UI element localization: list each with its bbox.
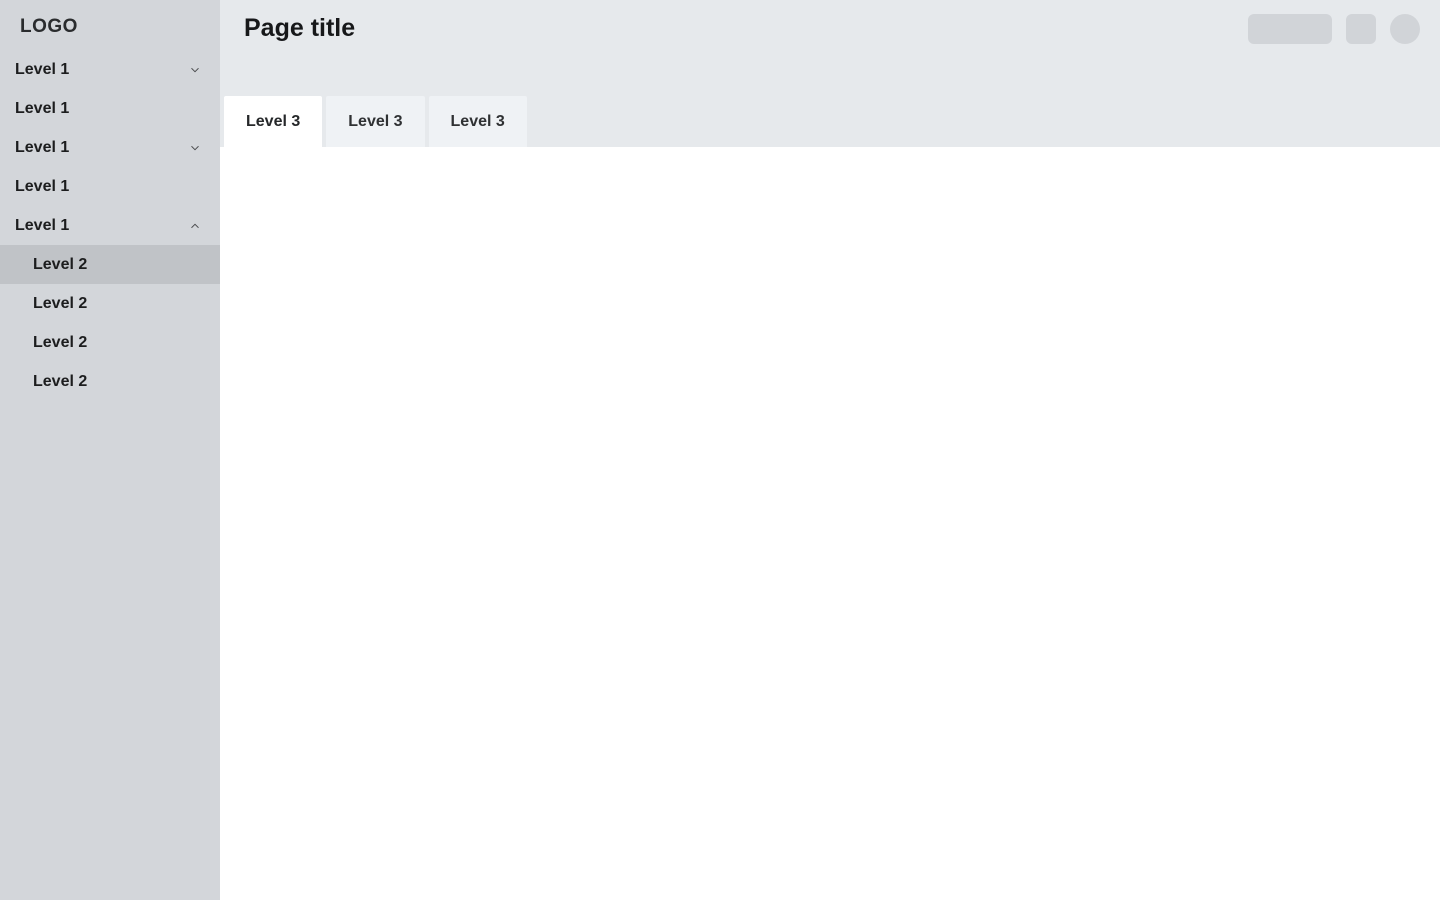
nav-item-label: Level 1 bbox=[15, 100, 69, 118]
tab-label: Level 3 bbox=[348, 113, 402, 131]
page-title: Page title bbox=[244, 14, 355, 43]
tab-label: Level 3 bbox=[451, 113, 505, 131]
avatar[interactable] bbox=[1390, 14, 1420, 44]
main: Page title Level 3 Level 3 Level 3 bbox=[220, 0, 1440, 900]
nav-item-label: Level 1 bbox=[15, 217, 69, 235]
chevron-up-icon bbox=[188, 219, 202, 233]
header-top: Page title bbox=[220, 0, 1440, 96]
nav-item-1[interactable]: Level 1 bbox=[0, 50, 220, 89]
tab-2[interactable]: Level 3 bbox=[326, 96, 424, 147]
tab-3[interactable]: Level 3 bbox=[429, 96, 527, 147]
nav-item-label: Level 1 bbox=[15, 61, 69, 79]
nav-item-label: Level 1 bbox=[15, 178, 69, 196]
nav-item-2[interactable]: Level 1 bbox=[0, 89, 220, 128]
nav-item-4[interactable]: Level 1 bbox=[0, 167, 220, 206]
sidebar: LOGO Level 1 Level 1 Level 1 Level 1 Lev… bbox=[0, 0, 220, 900]
nav-item-3[interactable]: Level 1 bbox=[0, 128, 220, 167]
tab-label: Level 3 bbox=[246, 113, 300, 131]
nav-subitem-1[interactable]: Level 2 bbox=[0, 245, 220, 284]
tabs: Level 3 Level 3 Level 3 bbox=[220, 96, 1440, 147]
nav-subitem-label: Level 2 bbox=[33, 373, 87, 391]
header-action-icon[interactable] bbox=[1346, 14, 1376, 44]
nav-subitem-label: Level 2 bbox=[33, 295, 87, 313]
nav-subitem-label: Level 2 bbox=[33, 256, 87, 274]
nav-item-5[interactable]: Level 1 bbox=[0, 206, 220, 245]
nav-subitem-4[interactable]: Level 2 bbox=[0, 362, 220, 401]
tab-1[interactable]: Level 3 bbox=[224, 96, 322, 147]
nav-item-label: Level 1 bbox=[15, 139, 69, 157]
header: Page title Level 3 Level 3 Level 3 bbox=[220, 0, 1440, 147]
header-actions bbox=[1248, 14, 1420, 44]
logo: LOGO bbox=[0, 0, 220, 50]
content-area bbox=[220, 147, 1440, 900]
nav-subitem-label: Level 2 bbox=[33, 334, 87, 352]
nav-subitem-2[interactable]: Level 2 bbox=[0, 284, 220, 323]
header-action-primary[interactable] bbox=[1248, 14, 1332, 44]
chevron-down-icon bbox=[188, 141, 202, 155]
chevron-down-icon bbox=[188, 63, 202, 77]
nav: Level 1 Level 1 Level 1 Level 1 Level 1 … bbox=[0, 50, 220, 401]
nav-subitem-3[interactable]: Level 2 bbox=[0, 323, 220, 362]
